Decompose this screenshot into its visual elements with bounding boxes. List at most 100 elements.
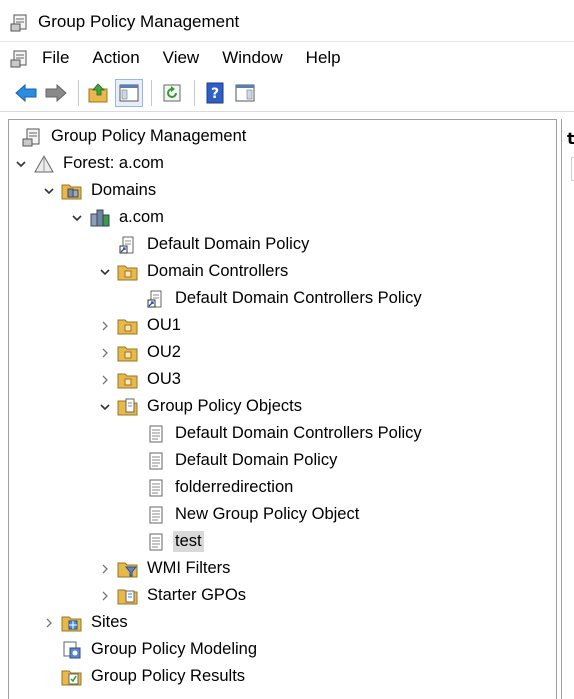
tree-item-starter-gpos[interactable]: Starter GPOs (97, 582, 248, 609)
tree-item-label: Group Policy Modeling (91, 640, 257, 658)
up-one-level-button[interactable] (85, 79, 113, 107)
tree-item-group-policy-management[interactable]: Group Policy Management (1, 123, 248, 150)
gpm-app-icon (10, 12, 30, 32)
tree-item-folderredirection[interactable]: folderredirection (125, 474, 295, 501)
tree-item-label: Default Domain Controllers Policy (175, 424, 422, 442)
up-folder-icon (88, 82, 108, 102)
back-icon (15, 83, 37, 102)
tree-item-label: Starter GPOs (147, 586, 247, 604)
console-tree[interactable]: Group Policy Management Forest: a.com Doma… (8, 119, 557, 699)
menu-file[interactable]: File (42, 48, 69, 68)
gpo-icon (145, 423, 167, 445)
chevron-right-icon[interactable] (97, 561, 113, 577)
tree-item-label: Forest: a.com (63, 154, 164, 172)
toolbar-separator (194, 79, 195, 106)
tree-item-default-domain-policy[interactable]: Default Domain Policy (125, 447, 339, 474)
show-hide-tree-button[interactable] (115, 78, 143, 107)
tree-item-ou2[interactable]: OU2 (97, 339, 183, 366)
tree-item-label: Sites (91, 613, 128, 631)
gp-results-icon (61, 666, 83, 688)
tree-item-label: Group Policy Management (51, 127, 247, 145)
sites-folder-icon (61, 612, 83, 634)
starter-gpo-folder-icon (117, 585, 139, 607)
tree-item-default-domain-controllers-policy[interactable]: Default Domain Controllers Policy (125, 285, 424, 312)
toolbar: ? (0, 74, 574, 112)
tree-item-label: Group Policy Results (91, 667, 246, 685)
toolbar-separator (151, 79, 152, 106)
chevron-right-icon[interactable] (41, 615, 57, 631)
show-hide-tree-icon (119, 84, 139, 101)
gpo-link-icon (145, 288, 167, 310)
gpo-icon (145, 531, 167, 553)
help-icon: ? (206, 82, 224, 103)
gpo-icon (145, 504, 167, 526)
wmi-filter-folder-icon (117, 558, 139, 580)
tree-item-label: a.com (119, 208, 164, 226)
chevron-down-icon[interactable] (41, 183, 57, 199)
tree-item-ou3[interactable]: OU3 (97, 366, 183, 393)
chevron-right-icon[interactable] (97, 372, 113, 388)
tree-item-label: Domains (91, 181, 157, 199)
gpm-console-icon (21, 126, 43, 148)
tree-item-label: folderredirection (175, 478, 294, 496)
tree-item-wmi-filters[interactable]: WMI Filters (97, 555, 232, 582)
domains-folder-icon (61, 180, 83, 202)
tree-item-label: Default Domain Controllers Policy (175, 289, 422, 307)
tree-item-default-domain-controllers-policy[interactable]: Default Domain Controllers Policy (125, 420, 424, 447)
chevron-down-icon[interactable] (13, 156, 29, 172)
tree-item-label: OU3 (147, 370, 181, 388)
gpo-folder-icon (117, 396, 139, 418)
properties-button[interactable] (231, 79, 259, 107)
gpo-icon (145, 477, 167, 499)
tree-item-domain-controllers[interactable]: Domain Controllers (97, 258, 290, 285)
help-button[interactable]: ? (201, 79, 229, 107)
ou-folder-icon (117, 342, 139, 364)
tree-item-sites[interactable]: Sites (41, 609, 130, 636)
tree-item-label: Default Domain Policy (175, 451, 338, 469)
ou-folder-icon (117, 261, 139, 283)
menu-help[interactable]: Help (306, 48, 341, 68)
tree-item-ou1[interactable]: OU1 (97, 312, 183, 339)
window-title: Group Policy Management (38, 12, 240, 31)
domain-icon (89, 207, 111, 229)
tree-item-label: Group Policy Objects (147, 397, 302, 415)
tree-item-label: WMI Filters (147, 559, 231, 577)
tree-item-group-policy-results[interactable]: Group Policy Results (41, 663, 247, 690)
tree-item-group-policy-modeling[interactable]: Group Policy Modeling (41, 636, 259, 663)
gpo-link-icon (117, 234, 139, 256)
tree-item-label: New Group Policy Object (175, 505, 360, 523)
tree-item-label: OU2 (147, 343, 181, 361)
tree-item-test[interactable]: test (125, 528, 204, 555)
forward-button[interactable] (42, 79, 70, 107)
forward-icon (45, 83, 67, 102)
svg-text:?: ? (211, 86, 219, 102)
forest-icon (33, 153, 55, 175)
tree-item-label: OU1 (147, 316, 181, 334)
ou-folder-icon (117, 315, 139, 337)
chevron-down-icon[interactable] (97, 399, 113, 415)
refresh-button[interactable] (158, 79, 186, 107)
tree-item-new-group-policy-object[interactable]: New Group Policy Object (125, 501, 361, 528)
gp-modeling-icon (61, 639, 83, 661)
tree-item-label: test (173, 531, 204, 552)
menu-view[interactable]: View (163, 48, 200, 68)
tree-item-group-policy-objects[interactable]: Group Policy Objects (97, 393, 304, 420)
menu-window[interactable]: Window (222, 48, 282, 68)
chevron-down-icon[interactable] (97, 264, 113, 280)
chevron-right-icon[interactable] (97, 318, 113, 334)
tree-item-a-com[interactable]: a.com (69, 204, 166, 231)
details-pane[interactable]: t (561, 119, 574, 699)
ou-folder-icon (117, 369, 139, 391)
chevron-right-icon[interactable] (97, 588, 113, 604)
chevron-down-icon[interactable] (69, 210, 85, 226)
tree-item-label: Domain Controllers (147, 262, 289, 280)
tree-item-domains[interactable]: Domains (41, 177, 158, 204)
back-button[interactable] (12, 79, 40, 107)
console-menu-icon[interactable] (10, 48, 30, 68)
title-bar: Group Policy Management (0, 4, 574, 40)
menu-bar: File Action View Window Help (0, 41, 574, 73)
tree-item-default-domain-policy[interactable]: Default Domain Policy (97, 231, 311, 258)
chevron-right-icon[interactable] (97, 345, 113, 361)
tree-item-forest-a-com[interactable]: Forest: a.com (13, 150, 166, 177)
menu-action[interactable]: Action (92, 48, 139, 68)
